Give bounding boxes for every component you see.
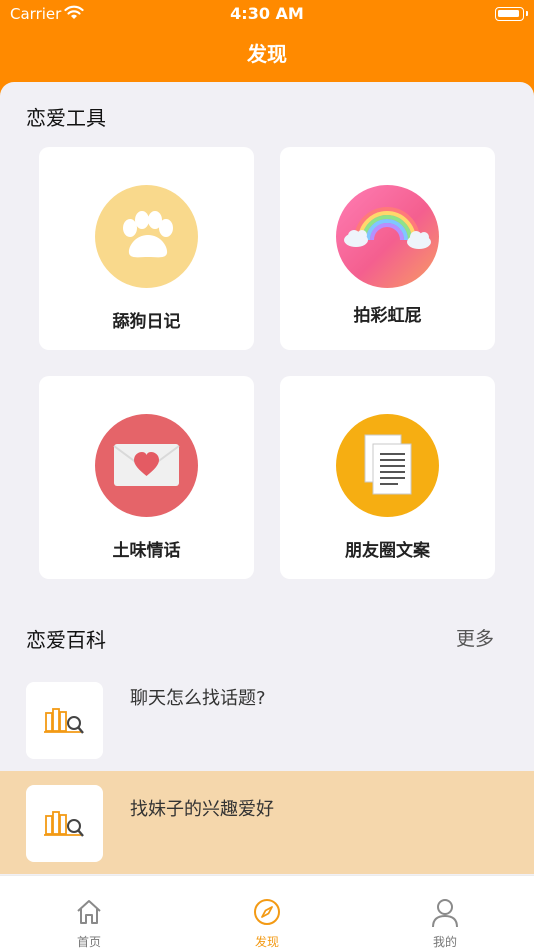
tool-card-love-words[interactable]: 土味情话 [39,376,254,579]
tab-label: 首页 [76,935,101,949]
document-icon [336,414,439,517]
battery-icon [495,7,528,21]
status-bar: Carrier 4:30 AM [0,0,534,28]
tab-mine[interactable]: 我的 [385,876,505,950]
tab-home[interactable]: 首页 [29,876,149,950]
tool-label: 朋友圈文案 [345,541,430,561]
books-search-icon [26,682,103,759]
person-icon [432,899,458,928]
wiki-section-title: 恋爱百科 [26,628,106,652]
books-search-icon [26,785,103,862]
heart-envelope-icon [95,414,198,517]
list-item-title: 找妹子的兴趣爱好 [130,799,274,820]
list-item[interactable]: 找妹子的兴趣爱好 [0,771,534,874]
discover-content: 恋爱工具 舔狗日记 拍彩虹屁 土味情话 朋友圈文案 恋爱百科 更多 聊天怎么找话… [0,82,534,875]
list-item[interactable]: 聊天怎么找话题? [0,672,534,775]
tools-section-title: 恋爱工具 [26,106,106,130]
tab-label: 我的 [432,935,457,949]
tool-label: 舔狗日记 [112,312,181,332]
tab-label: 发现 [254,935,279,949]
tool-card-moments-copy[interactable]: 朋友圈文案 [280,376,495,579]
page-title: 发现 [247,42,287,66]
paw-icon [95,185,198,288]
tool-card-diary[interactable]: 舔狗日记 [39,147,254,350]
status-time: 4:30 AM [230,4,304,23]
tool-label: 拍彩虹屁 [353,306,422,326]
more-link[interactable]: 更多 [456,624,494,651]
tool-card-rainbow[interactable]: 拍彩虹屁 [280,147,495,350]
compass-icon [254,899,280,925]
home-icon [77,900,101,924]
rainbow-icon [336,185,439,288]
tab-bar: 首页 发现 我的 [0,875,534,950]
list-item-title: 聊天怎么找话题? [130,688,266,709]
tab-discover[interactable]: 发现 [207,876,327,950]
tool-label: 土味情话 [112,541,181,561]
